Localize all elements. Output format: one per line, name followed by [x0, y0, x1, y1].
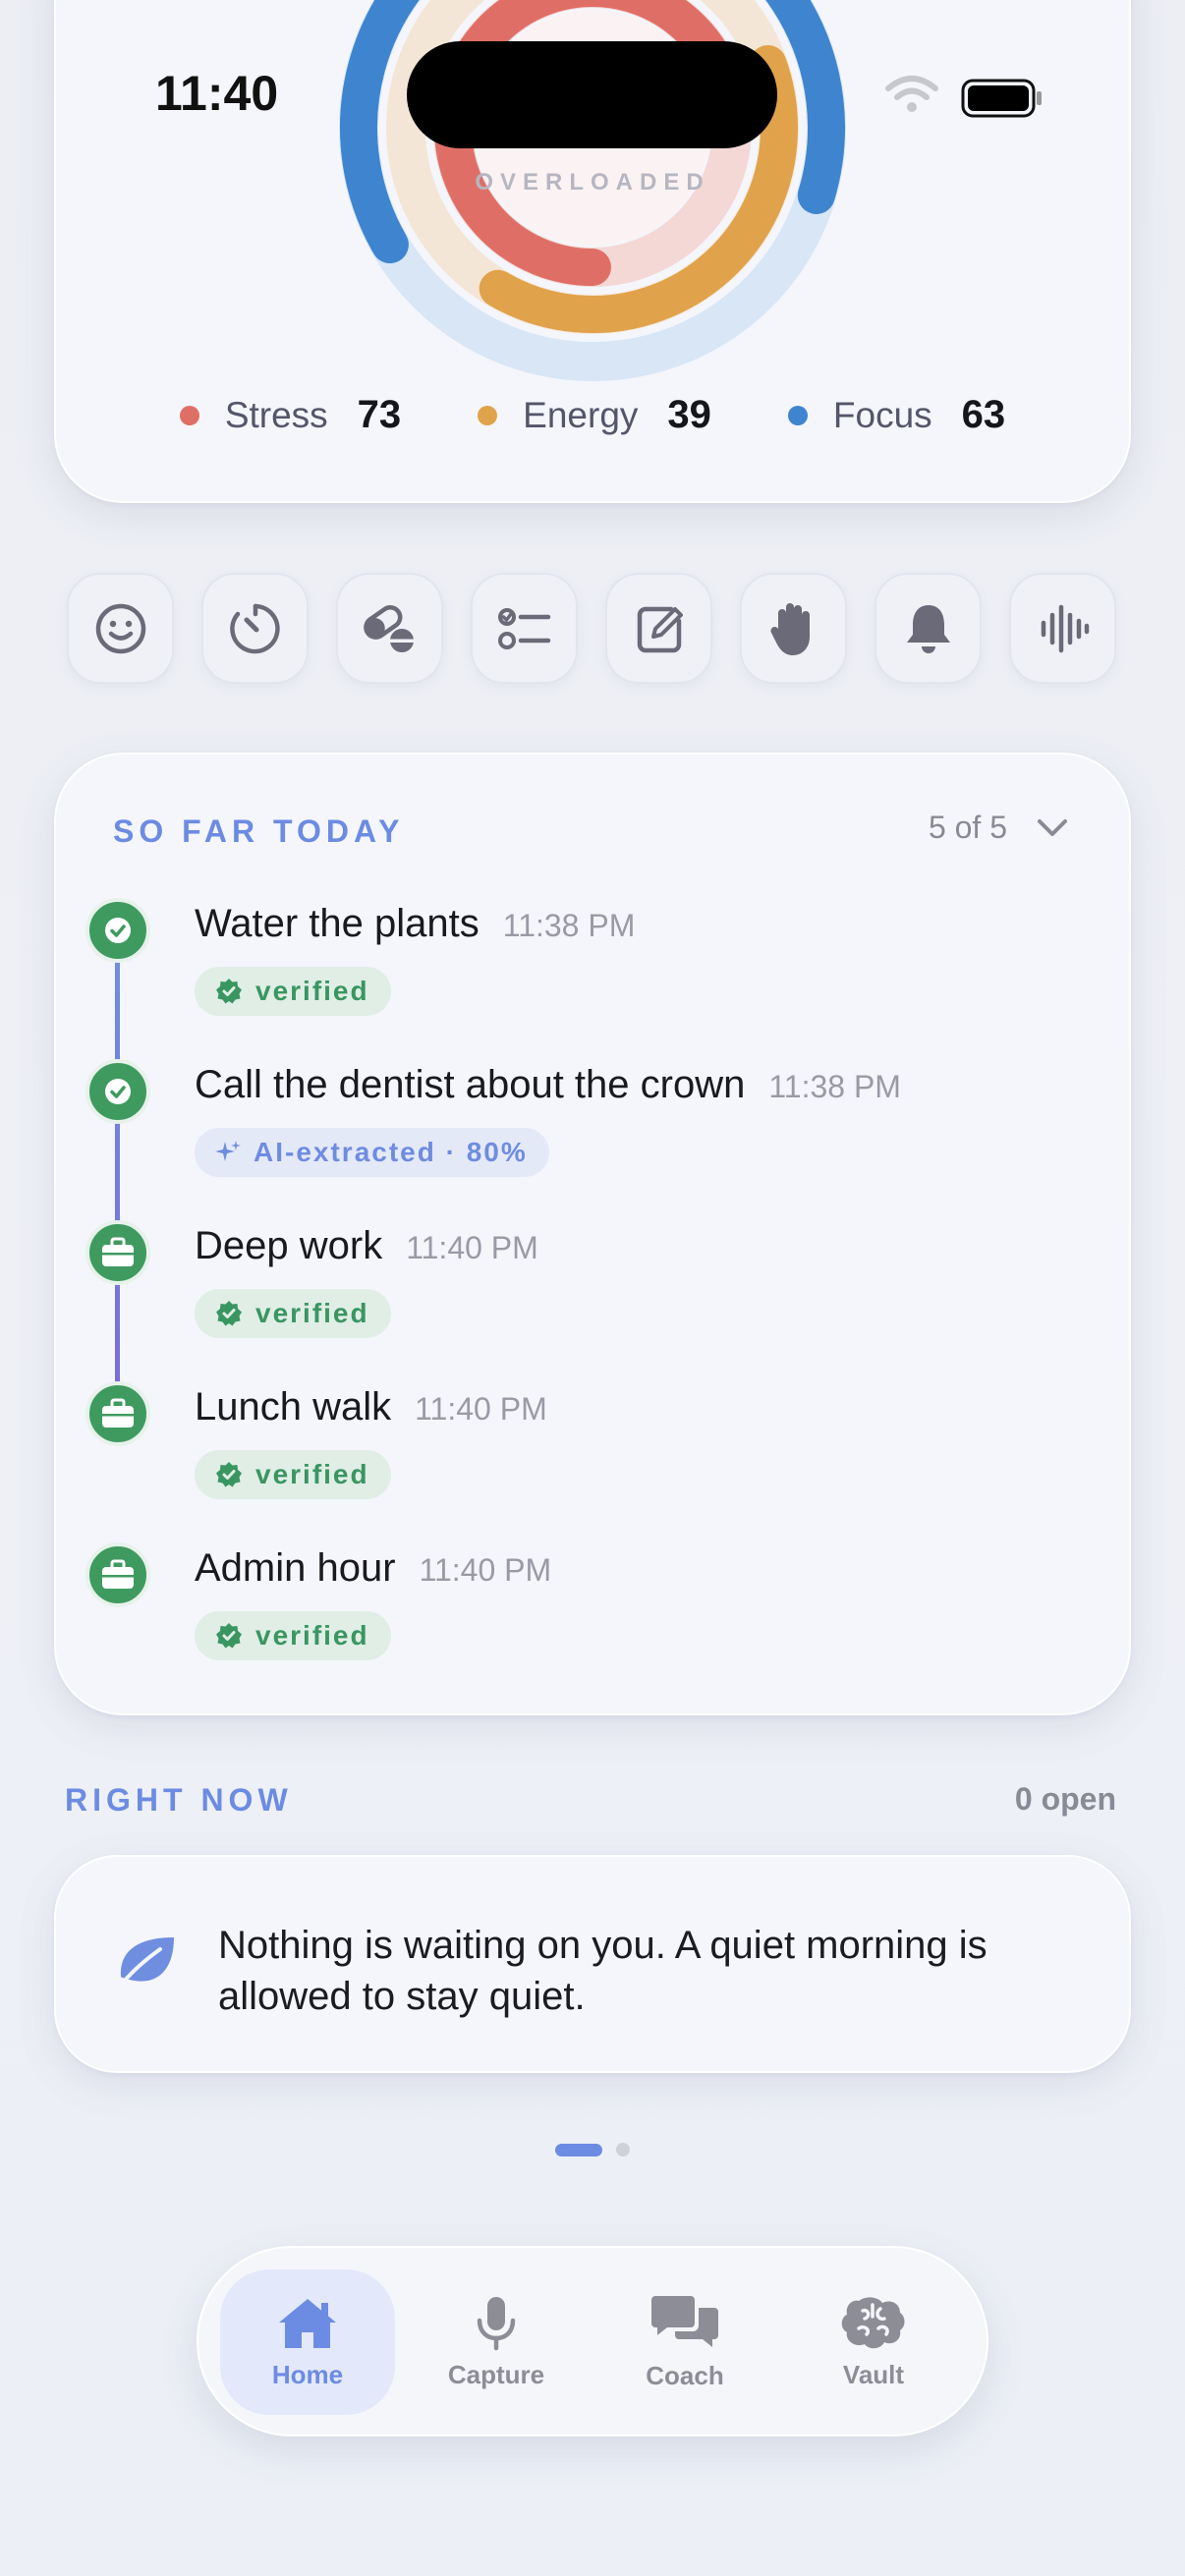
timeline-item[interactable]: Admin hour 11:40 PM verified — [85, 1542, 1107, 1690]
legend-value: 39 — [667, 393, 711, 436]
brain-icon — [841, 2296, 905, 2348]
wifi-icon — [885, 76, 938, 112]
checklist-button[interactable] — [471, 573, 578, 684]
briefcase-node-icon — [85, 1542, 150, 1607]
pills-icon — [363, 604, 414, 652]
smiley-icon — [95, 603, 145, 653]
tab-label: Capture — [447, 2359, 545, 2389]
chevron-down-icon — [1038, 818, 1067, 836]
legend-stress: Stress 73 — [179, 393, 402, 437]
chat-bubbles-icon — [651, 2295, 718, 2347]
tab-vault[interactable]: Vault — [786, 2269, 961, 2415]
timer-button[interactable] — [201, 573, 309, 684]
status-bar-time: 11:40 — [155, 66, 279, 121]
item-title: Lunch walk — [195, 1385, 392, 1428]
legend-label: Focus — [832, 394, 932, 435]
reminder-button[interactable] — [875, 573, 982, 684]
energy-dot — [478, 405, 498, 425]
legend-focus: Focus 63 — [787, 393, 1006, 437]
medication-button[interactable] — [336, 573, 443, 684]
verified-seal-icon — [216, 1301, 242, 1326]
today-count: 5 of 5 — [928, 810, 1007, 845]
item-time: 11:38 PM — [768, 1069, 901, 1104]
leaf-icon — [120, 1937, 174, 1985]
badge-label: verified — [255, 976, 369, 1006]
item-time: 11:40 PM — [415, 1391, 547, 1427]
right-now-card: Nothing is waiting on you. A quiet morni… — [54, 1855, 1131, 2073]
page-indicator[interactable] — [0, 2143, 1185, 2156]
page-dot[interactable] — [616, 2143, 630, 2156]
legend-label: Energy — [523, 394, 639, 435]
check-node-icon — [85, 1059, 150, 1124]
tab-coach[interactable]: Coach — [597, 2269, 772, 2415]
verified-badge: verified — [195, 1450, 391, 1499]
verified-seal-icon — [216, 1623, 242, 1649]
timeline-item[interactable]: Call the dentist about the crown 11:38 PM… — [85, 1059, 1107, 1206]
ai-extracted-badge: AI-extracted · 80% — [195, 1128, 549, 1177]
verified-seal-icon — [216, 979, 242, 1004]
verified-badge: verified — [195, 1289, 391, 1338]
voice-note-button[interactable] — [1009, 573, 1116, 684]
badge-label: verified — [255, 1620, 369, 1651]
open-count: 0 open — [1014, 1781, 1116, 1817]
stress-dot — [179, 405, 199, 425]
tab-home[interactable]: Home — [220, 2269, 395, 2415]
briefcase-node-icon — [85, 1220, 150, 1285]
home-icon — [279, 2298, 336, 2348]
item-time: 11:38 PM — [502, 908, 636, 943]
item-title: Admin hour — [195, 1546, 396, 1590]
today-count-toggle[interactable]: 5 of 5 — [929, 810, 1068, 846]
microphone-icon — [477, 2296, 516, 2350]
bell-icon — [906, 604, 950, 653]
check-node-icon — [85, 898, 150, 963]
quick-actions-row — [67, 573, 1116, 684]
tab-label: Vault — [842, 2359, 905, 2389]
pause-button[interactable] — [740, 573, 847, 684]
briefcase-node-icon — [85, 1381, 150, 1446]
timeline-item[interactable]: Lunch walk 11:40 PM verified — [85, 1381, 1107, 1529]
right-now-title: RIGHT NOW — [65, 1782, 293, 1818]
dynamic-island — [407, 41, 777, 148]
sparkle-icon — [215, 1141, 241, 1161]
legend-energy: Energy 39 — [478, 393, 711, 437]
item-time: 11:40 PM — [419, 1552, 552, 1588]
mood-legend: Stress 73 Energy 39 Focus 63 — [0, 393, 1185, 437]
so-far-today-card: SO FAR TODAY 5 of 5 Water the plants 11:3… — [54, 753, 1131, 1715]
verified-badge: verified — [195, 967, 391, 1016]
battery-icon — [961, 79, 1042, 118]
timer-icon — [229, 603, 280, 653]
log-mood-button[interactable] — [67, 573, 174, 684]
timeline-item[interactable]: Water the plants 11:38 PM verified — [85, 898, 1107, 1045]
item-title: Water the plants — [195, 902, 480, 945]
edit-icon — [637, 606, 683, 652]
verified-badge: verified — [195, 1611, 391, 1660]
tab-label: Home — [271, 2359, 344, 2389]
checklist-icon — [497, 607, 550, 649]
hand-icon — [769, 602, 810, 655]
tab-label: Coach — [646, 2360, 724, 2390]
page-dot-active[interactable] — [555, 2143, 602, 2156]
focus-dot — [787, 405, 808, 425]
tab-bar: Home Capture Coach Vault — [197, 2246, 988, 2436]
legend-value: 73 — [357, 393, 402, 436]
badge-label: verified — [255, 1298, 369, 1328]
badge-label: verified — [255, 1459, 369, 1489]
timeline-item[interactable]: Deep work 11:40 PM verified — [85, 1220, 1107, 1368]
verified-seal-icon — [216, 1462, 242, 1487]
section-title: SO FAR TODAY — [113, 813, 405, 849]
badge-label: AI-extracted · 80% — [254, 1137, 528, 1167]
tab-capture[interactable]: Capture — [409, 2269, 584, 2415]
voice-waveform-icon — [1041, 604, 1089, 652]
item-title: Call the dentist about the crown — [195, 1063, 746, 1106]
journal-button[interactable] — [605, 573, 712, 684]
item-time: 11:40 PM — [406, 1230, 538, 1265]
mood-state-label: OVERLOADED — [475, 169, 710, 196]
empty-state-message: Nothing is waiting on you. A quiet morni… — [218, 1924, 988, 2018]
legend-label: Stress — [224, 394, 328, 435]
item-title: Deep work — [195, 1224, 383, 1267]
legend-value: 63 — [961, 393, 1006, 436]
